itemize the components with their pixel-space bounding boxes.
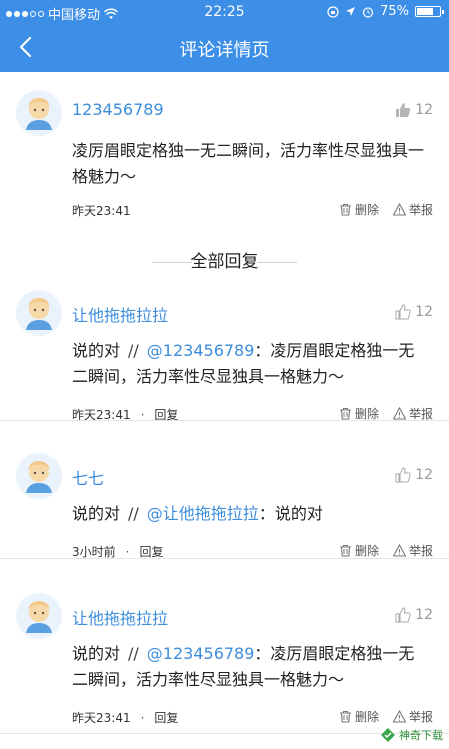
reply-slash: //: [128, 504, 139, 523]
like-count: 12: [415, 304, 433, 320]
section-line-right: [257, 262, 297, 263]
delete-button[interactable]: 删除: [339, 542, 379, 559]
reply-username[interactable]: 让他拖拖拉拉: [72, 605, 168, 629]
like-count: 12: [415, 467, 433, 483]
reply-time: 昨天23:41: [72, 711, 131, 725]
like-button[interactable]: 12: [395, 102, 433, 118]
page-title: 评论详情页: [179, 40, 270, 61]
warning-icon: [392, 407, 406, 420]
comment-content: 凌厉眉眼定格独一无二瞬间，活力率性尽显独具一格魅力～: [72, 141, 425, 186]
meta-dot: ·: [140, 710, 145, 725]
report-button[interactable]: 举报: [392, 201, 433, 218]
status-right: 75%: [327, 4, 444, 19]
report-label: 举报: [408, 544, 433, 558]
reply-item: 让他拖拖拉拉 12 说的对//@123456789：凌厉眉眼定格独一无二瞬间，活…: [0, 585, 449, 745]
reply-mention[interactable]: @让他拖拖拉拉: [147, 504, 259, 523]
like-count: 12: [415, 607, 433, 623]
nav-bar: 评论详情页: [0, 24, 449, 72]
reply-prefix: 说的对: [72, 644, 121, 663]
like-button[interactable]: 12: [395, 607, 433, 623]
main-comment: 123456789 12 凌厉眉眼定格独一无二瞬间，活力率性尽显独具一格魅力～ …: [0, 72, 449, 242]
reply-prefix: 说的对: [72, 504, 121, 523]
status-bar: 中国移动 22:25 75%: [0, 0, 449, 24]
delete-button[interactable]: 删除: [339, 708, 379, 725]
avatar[interactable]: [16, 90, 62, 136]
warning-icon: [392, 710, 406, 723]
reply-content: 说的对 // @让他拖拖拉拉：说的对: [72, 501, 427, 527]
trash-icon: [339, 710, 351, 723]
thumbs-up-outline-icon: [395, 304, 411, 320]
avatar[interactable]: [16, 290, 62, 336]
trash-icon: [339, 544, 351, 557]
like-count: 12: [415, 102, 433, 118]
thumbs-up-icon: [396, 103, 411, 117]
meta-dot: ·: [125, 544, 130, 559]
reply-actions: 删除 举报: [339, 708, 433, 725]
location-icon: [346, 7, 356, 16]
report-button[interactable]: 举报: [392, 542, 433, 559]
battery-percent: 75%: [380, 4, 409, 19]
watermark-text: 神奇下载: [399, 729, 443, 742]
delete-label: 删除: [354, 203, 379, 217]
reply-meta: 昨天23:41 · 回复: [72, 709, 178, 726]
comment-meta: 昨天23:41: [72, 202, 131, 219]
reply-username[interactable]: 让他拖拖拉拉: [72, 302, 168, 326]
reply-mention[interactable]: @123456789: [147, 341, 255, 360]
avatar[interactable]: [16, 593, 62, 639]
trash-icon: [339, 203, 351, 216]
warning-icon: [392, 544, 406, 557]
reply-divider: [0, 420, 449, 421]
thumbs-up-outline-icon: [395, 607, 411, 623]
reply-item: 七七 12 说的对//@让他拖拖拉拉：说的对 3小时前 · 回复 删除 举报: [0, 445, 449, 570]
delete-label: 删除: [354, 710, 379, 724]
like-button[interactable]: 12: [395, 467, 433, 483]
section-title: 全部回复: [190, 252, 259, 272]
report-button[interactable]: 举报: [392, 708, 433, 725]
trash-icon: [339, 407, 351, 420]
watermark-logo-icon: [381, 728, 395, 742]
lock-rotation-icon: [327, 5, 339, 18]
reply-slash: //: [128, 644, 139, 663]
alarm-icon: [362, 6, 374, 18]
section-line-left: [152, 262, 192, 263]
delete-button[interactable]: 删除: [339, 201, 379, 218]
comment-username[interactable]: 123456789: [72, 100, 164, 119]
reply-slash: //: [128, 341, 139, 360]
avatar[interactable]: [16, 453, 62, 499]
watermark: 神奇下载: [380, 727, 443, 743]
reply-item: 让他拖拖拉拉 12 说的对//@123456789：凌厉眉眼定格独一无二瞬间，活…: [0, 282, 449, 432]
reply-actions: 删除 举报: [339, 542, 433, 559]
reply-username[interactable]: 七七: [72, 465, 104, 489]
reply-prefix: 说的对: [72, 341, 121, 360]
reply-content: 说的对//@123456789：凌厉眉眼定格独一无二瞬间，活力率性尽显独具一格魅…: [72, 641, 427, 693]
delete-label: 删除: [354, 544, 379, 558]
reply-divider: [0, 558, 449, 559]
reply-mention[interactable]: @123456789: [147, 644, 255, 663]
thumbs-up-outline-icon: [395, 467, 411, 483]
section-header: 全部回复: [0, 250, 449, 274]
warning-icon: [392, 203, 406, 216]
comment-actions: 删除 举报: [339, 201, 433, 218]
reply-button[interactable]: 回复: [154, 709, 178, 726]
like-button[interactable]: 12: [395, 304, 433, 320]
reply-content: 说的对//@123456789：凌厉眉眼定格独一无二瞬间，活力率性尽显独具一格魅…: [72, 338, 427, 390]
report-label: 举报: [408, 203, 433, 217]
report-label: 举报: [408, 710, 433, 724]
battery-icon: [415, 6, 444, 17]
reply-text: ：说的对: [258, 504, 323, 523]
comment-time: 昨天23:41: [72, 204, 131, 218]
